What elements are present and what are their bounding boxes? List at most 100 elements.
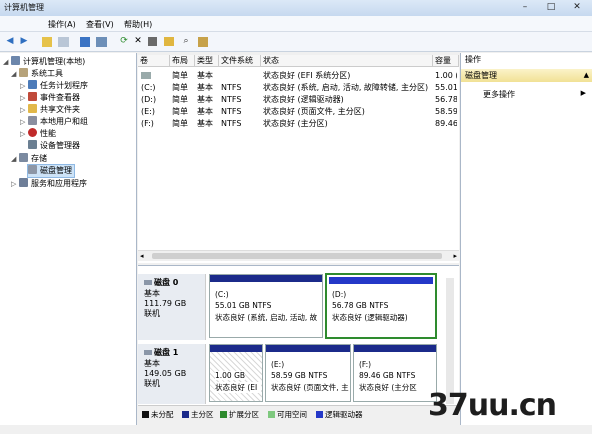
partition-efi[interactable]: 1.00 GB 状态良好 (EI [209,344,263,402]
vertical-scrollbar[interactable] [446,278,454,404]
actions-pane: 操作 磁盘管理 ▲ 更多操作 ▶ [460,53,592,425]
tree-services[interactable]: ▷ 服务和应用程序 [11,178,87,190]
collapse-icon[interactable]: ◢ [3,56,11,68]
disk-icon [28,165,37,174]
legend-free: 可用空间 [268,409,307,420]
device-icon [28,140,37,149]
partition-d[interactable]: (D:) 56.78 GB NTFS 状态良好 (逻辑驱动器) [325,273,437,339]
expand-icon[interactable]: ▷ [20,104,28,116]
column-volume[interactable]: 卷 [138,55,170,67]
tree-system-tools[interactable]: ◢ 系统工具 [11,68,63,80]
tree-root[interactable]: ◢ 计算机管理(本地) [3,56,85,68]
legend: 未分配 主分区 扩展分区 可用空间 逻辑驱动器 [138,405,459,419]
disk-0-header[interactable]: 磁盘 0 基本 111.79 GB 联机 [138,274,206,340]
disk-1-header[interactable]: 磁盘 1 基本 149.05 GB 联机 [138,344,206,404]
actions-header: 操作 [461,53,592,67]
menu-bar: 操作(A) 查看(V) 帮助(H) [0,16,592,32]
expand-icon[interactable]: ▷ [11,178,19,190]
event-icon [28,92,37,101]
users-icon [28,116,37,125]
disk-pane: 磁盘 0 基本 111.79 GB 联机 (C:) 55.01 GB NTFS … [138,265,459,405]
title-bar: 计算机管理 – □ ✕ [0,0,592,16]
scroll-left-icon[interactable]: ◂ [140,252,144,260]
delete-icon[interactable]: ✕ [132,35,144,47]
tools-icon [19,68,28,77]
column-type[interactable]: 类型 [195,55,219,67]
partition-e[interactable]: (E:) 58.59 GB NTFS 状态良好 (页面文件, 主 [265,344,351,402]
tree-storage[interactable]: ◢ 存储 [11,153,47,165]
disk-icon [144,350,152,355]
console-icon[interactable] [96,37,107,47]
tree-task-scheduler[interactable]: ▷ 任务计划程序 [20,80,88,92]
expand-icon[interactable]: ▷ [20,80,28,92]
primary-bar [210,345,262,352]
back-arrow-icon[interactable]: ◀ [4,35,16,47]
partition-c[interactable]: (C:) 55.01 GB NTFS 状态良好 (系统, 启动, 活动, 故 [209,274,323,338]
actions-disk-management[interactable]: 磁盘管理 ▲ [461,69,592,82]
refresh-icon[interactable]: ⟳ [118,35,130,47]
watermark: 37uu.cn [428,388,557,423]
toolbar: ◀ ▶ ⟳ ✕ ⌕ [0,32,592,52]
collapse-icon[interactable]: ◢ [11,153,19,165]
menu-help[interactable]: 帮助(H) [124,19,152,30]
menu-action[interactable]: 操作(A) [48,19,76,30]
services-icon [19,178,28,187]
more-actions-item[interactable]: 更多操作 [483,89,515,100]
expand-icon[interactable]: ▷ [20,128,28,140]
disk-name: 磁盘 0 [144,277,205,288]
scrollbar-thumb[interactable] [152,253,442,259]
volume-icon [141,72,151,79]
close-button[interactable]: ✕ [567,0,587,14]
maximize-button[interactable]: □ [541,0,561,14]
partition-f[interactable]: (F:) 89.46 GB NTFS 状态良好 (主分区 [353,344,437,402]
export-icon[interactable] [198,37,208,47]
volume-list: 卷 布局 类型 文件系统 状态 容量 简单 基本 状态良好 (EFI 系统分区)… [138,55,459,263]
tree-shared-folders[interactable]: ▷ 共享文件夹 [20,104,80,116]
forward-arrow-icon[interactable]: ▶ [18,35,30,47]
tree-device-manager[interactable]: 设备管理器 [28,140,80,152]
column-capacity[interactable]: 容量 [433,55,459,67]
navigation-tree: ◢ 计算机管理(本地) ◢ 系统工具 ▷ 任务计划程序 ▷ 事件查看器 ▷ 共享文件夹 ▷… [0,53,137,425]
extended-swatch-icon [220,411,227,418]
primary-swatch-icon [182,411,189,418]
logical-swatch-icon [316,411,323,418]
clock-icon [28,80,37,89]
column-filesystem[interactable]: 文件系统 [219,55,261,67]
legend-logical: 逻辑驱动器 [316,409,363,420]
search-icon[interactable]: ⌕ [180,35,192,47]
column-status[interactable]: 状态 [261,55,433,67]
computer-icon [11,56,20,65]
logical-bar [328,276,434,285]
primary-bar [354,345,436,352]
expand-icon[interactable]: ▷ [20,116,28,128]
expand-icon[interactable]: ▷ [20,92,28,104]
tree-performance[interactable]: ▷ 性能 [20,128,56,140]
shared-folder-icon [28,104,37,113]
open-icon[interactable] [164,37,174,46]
grid-icon[interactable] [58,37,69,47]
legend-extended: 扩展分区 [220,409,259,420]
collapse-up-icon[interactable]: ▲ [584,69,589,82]
legend-primary: 主分区 [182,409,214,420]
properties-icon[interactable] [148,37,157,46]
scroll-right-icon[interactable]: ▸ [453,252,457,260]
column-layout[interactable]: 布局 [170,55,195,67]
submenu-arrow-icon: ▶ [580,89,586,97]
help-icon[interactable] [80,37,90,47]
primary-bar [210,275,322,282]
minimize-button[interactable]: – [515,0,535,14]
tree-local-users[interactable]: ▷ 本地用户和组 [20,116,88,128]
menu-view[interactable]: 查看(V) [86,19,114,30]
tree-event-viewer[interactable]: ▷ 事件查看器 [20,92,80,104]
unallocated-swatch-icon [142,411,149,418]
performance-icon [28,128,37,137]
collapse-icon[interactable]: ◢ [11,68,19,80]
tree-disk-management[interactable]: 磁盘管理 [27,164,75,178]
storage-icon [19,153,28,162]
window-title: 计算机管理 [4,3,44,12]
folder-up-icon[interactable] [42,37,52,47]
disk-icon [144,280,152,285]
legend-unallocated: 未分配 [142,409,174,420]
horizontal-scrollbar[interactable]: ◂ ▸ [138,250,459,261]
disk-name: 磁盘 1 [144,347,205,358]
